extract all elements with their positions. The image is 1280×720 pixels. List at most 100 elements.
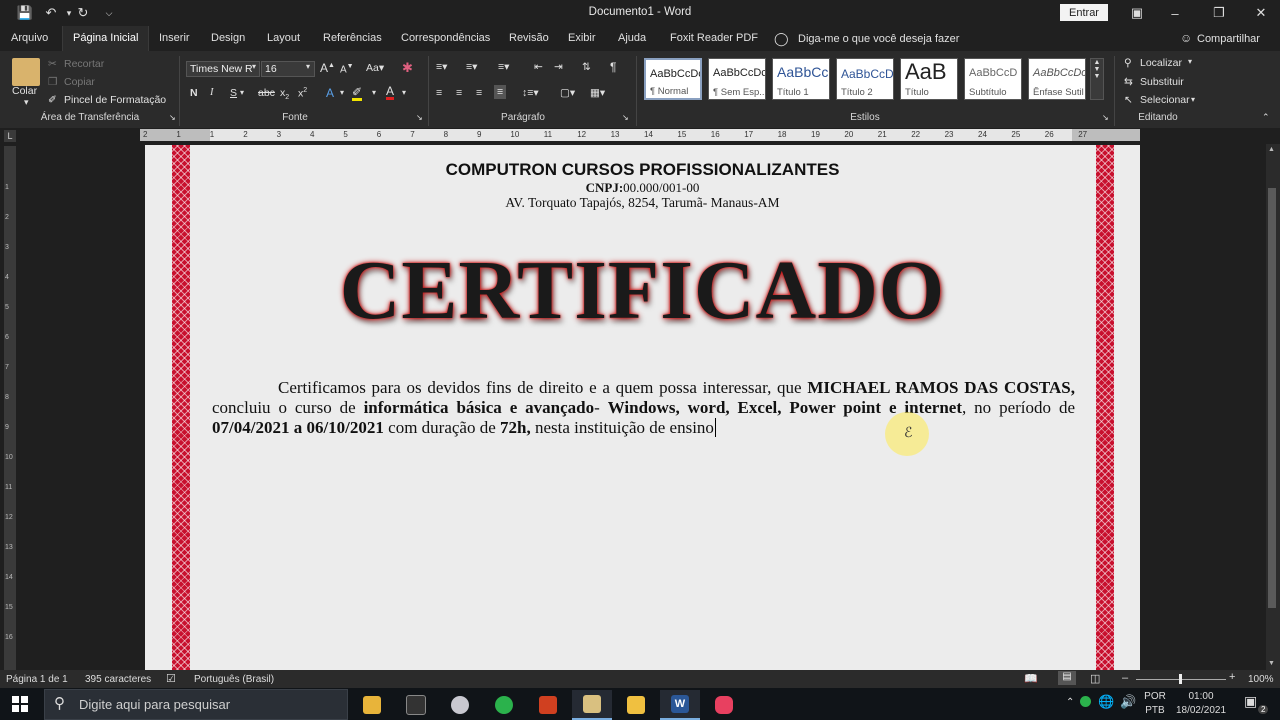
style-subtitle[interactable]: AaBbCcD Subtítulo (964, 58, 1022, 100)
copy-button[interactable]: Copiar (64, 76, 95, 88)
network-icon[interactable]: 🌐 (1098, 694, 1114, 710)
page-count[interactable]: Página 1 de 1 (6, 674, 68, 685)
increase-indent-icon[interactable]: ⇥ (554, 61, 563, 73)
font-size-dropdown-icon[interactable]: ▾ (306, 62, 310, 71)
horizontal-ruler[interactable]: 2 1 1 2 3 4 5 6 7 8 9 10 11 12 13 14 15 16 17 18 19 20 21 22 23 2… (140, 129, 1140, 141)
scroll-up-icon[interactable]: ▲ (1268, 146, 1275, 153)
format-painter-button[interactable]: Pincel de Formatação (64, 94, 166, 106)
security-icon[interactable] (1080, 696, 1091, 707)
customize-quick-access-icon[interactable]: ⌵ (98, 4, 120, 22)
zoom-in-icon[interactable]: + (1229, 671, 1235, 683)
scrollbar-thumb[interactable] (1268, 188, 1276, 608)
keyboard-layout[interactable]: PTB (1144, 705, 1166, 716)
italic-button[interactable]: I (210, 87, 214, 98)
find-icon[interactable]: ⚲ (1124, 57, 1132, 69)
align-right-icon[interactable]: ≡ (476, 87, 482, 99)
language-indicator[interactable]: Português (Brasil) (194, 674, 274, 685)
minimize-icon[interactable]: – (1160, 4, 1190, 22)
input-language[interactable]: POR (1144, 691, 1166, 702)
zoom-slider-thumb[interactable] (1179, 674, 1182, 684)
align-center-icon[interactable]: ≡ (456, 87, 462, 99)
grow-font-icon[interactable]: A▲ (320, 61, 335, 75)
style-title[interactable]: AaB Título (900, 58, 958, 100)
sort-icon[interactable]: ⇅ (582, 61, 591, 73)
style-heading-1[interactable]: AaBbCc Título 1 (772, 58, 830, 100)
paragraph-launcher-icon[interactable]: ↘ (622, 113, 629, 122)
tab-inserir[interactable]: Inserir (149, 26, 200, 51)
taskbar-app-phone[interactable] (484, 690, 524, 720)
tab-exibir[interactable]: Exibir (558, 26, 606, 51)
superscript-icon[interactable]: x2 (298, 87, 307, 100)
font-launcher-icon[interactable]: ↘ (416, 113, 423, 122)
justify-icon[interactable]: ≡ (494, 85, 507, 99)
tab-revisao[interactable]: Revisão (499, 26, 559, 51)
certificate-body[interactable]: Certificamos para os devidos fins de dir… (212, 378, 1075, 438)
web-layout-icon[interactable]: ◫ (1090, 672, 1100, 685)
sign-in-button[interactable]: Entrar (1060, 4, 1108, 21)
styles-launcher-icon[interactable]: ↘ (1102, 113, 1109, 122)
styles-down-icon[interactable]: ▼ (1091, 66, 1103, 73)
numbering-icon[interactable]: ≡▾ (466, 61, 477, 73)
underline-dropdown-icon[interactable]: ▾ (240, 88, 244, 97)
styles-more-icon[interactable]: ▼ (1091, 73, 1103, 80)
format-painter-icon[interactable]: ✐ (48, 94, 57, 106)
read-mode-icon[interactable]: 📖 (1024, 672, 1038, 685)
redo-icon[interactable]: ↻ (72, 4, 94, 22)
save-icon[interactable]: 💾 (14, 4, 36, 22)
restore-icon[interactable]: ❐ (1204, 4, 1234, 22)
borders-icon[interactable]: ▦▾ (590, 87, 605, 99)
font-color-icon[interactable]: A (386, 85, 395, 100)
show-formatting-icon[interactable]: ¶ (610, 60, 616, 74)
line-spacing-icon[interactable]: ↕≡▾ (522, 87, 539, 99)
highlight-dropdown-icon[interactable]: ▾ (372, 88, 376, 97)
volume-icon[interactable]: 🔊 (1120, 694, 1136, 710)
copy-icon[interactable]: ❐ (48, 76, 57, 88)
clear-formatting-icon[interactable]: ✱ (402, 60, 413, 76)
paste-button[interactable]: Colar (12, 85, 37, 97)
style-normal[interactable]: AaBbCcDc ¶ Normal (644, 58, 702, 100)
font-color-dropdown-icon[interactable]: ▾ (402, 88, 406, 97)
proofing-icon[interactable]: ☑ (166, 672, 176, 685)
style-heading-2[interactable]: AaBbCcD Título 2 (836, 58, 894, 100)
underline-button[interactable]: S (230, 87, 237, 99)
tab-correspondencias[interactable]: Correspondências (391, 26, 500, 51)
show-hidden-icons[interactable]: ⌃ (1066, 697, 1074, 708)
taskbar-app-editor[interactable] (528, 690, 568, 720)
styles-scroll[interactable]: ▲ ▼ ▼ (1090, 58, 1104, 100)
share-button[interactable]: Compartilhar (1197, 33, 1260, 45)
bullets-icon[interactable]: ≡▾ (436, 61, 447, 73)
tab-selector[interactable]: L (4, 130, 16, 142)
font-name-select[interactable]: Times New R (186, 61, 260, 77)
multilevel-list-icon[interactable]: ≡▾ (498, 61, 509, 73)
shading-icon[interactable]: ▢▾ (560, 87, 575, 99)
clipboard-launcher-icon[interactable]: ↘ (169, 113, 176, 122)
collapse-ribbon-icon[interactable]: ⌃ (1262, 112, 1270, 123)
taskbar-app-explorer[interactable] (616, 690, 656, 720)
taskbar-app-media[interactable] (440, 690, 480, 720)
taskbar-app-word[interactable]: W (660, 690, 700, 720)
windows-start-icon[interactable] (12, 696, 28, 712)
ribbon-display-options-icon[interactable]: ▣ (1122, 4, 1152, 22)
scroll-down-icon[interactable]: ▼ (1268, 660, 1275, 667)
zoom-out-icon[interactable]: – (1122, 672, 1128, 684)
find-button[interactable]: Localizar (1140, 57, 1182, 69)
taskbar-app-media-player[interactable] (572, 690, 612, 720)
tab-design[interactable]: Design (201, 26, 255, 51)
style-no-spacing[interactable]: AaBbCcDc ¶ Sem Esp... (708, 58, 766, 100)
tab-ajuda[interactable]: Ajuda (608, 26, 656, 51)
text-effects-icon[interactable]: A (326, 86, 334, 100)
subscript-icon[interactable]: x2 (280, 87, 289, 101)
text-effects-dropdown-icon[interactable]: ▾ (340, 88, 344, 97)
clock-time[interactable]: 01:00 (1168, 691, 1234, 702)
select-dropdown-icon[interactable]: ▾ (1191, 95, 1195, 104)
find-dropdown-icon[interactable]: ▾ (1188, 57, 1192, 66)
taskbar-app-recorder[interactable] (704, 690, 744, 720)
cut-icon[interactable]: ✂ (48, 58, 57, 70)
align-left-icon[interactable]: ≡ (436, 87, 442, 99)
tab-pagina-inicial[interactable]: Página Inicial (62, 26, 150, 51)
bold-button[interactable]: N (190, 87, 198, 99)
tab-layout[interactable]: Layout (257, 26, 310, 51)
clock-date[interactable]: 18/02/2021 (1168, 705, 1234, 716)
notifications-icon[interactable]: ▣ (1244, 693, 1257, 710)
highlight-icon[interactable]: ✐ (352, 86, 363, 101)
